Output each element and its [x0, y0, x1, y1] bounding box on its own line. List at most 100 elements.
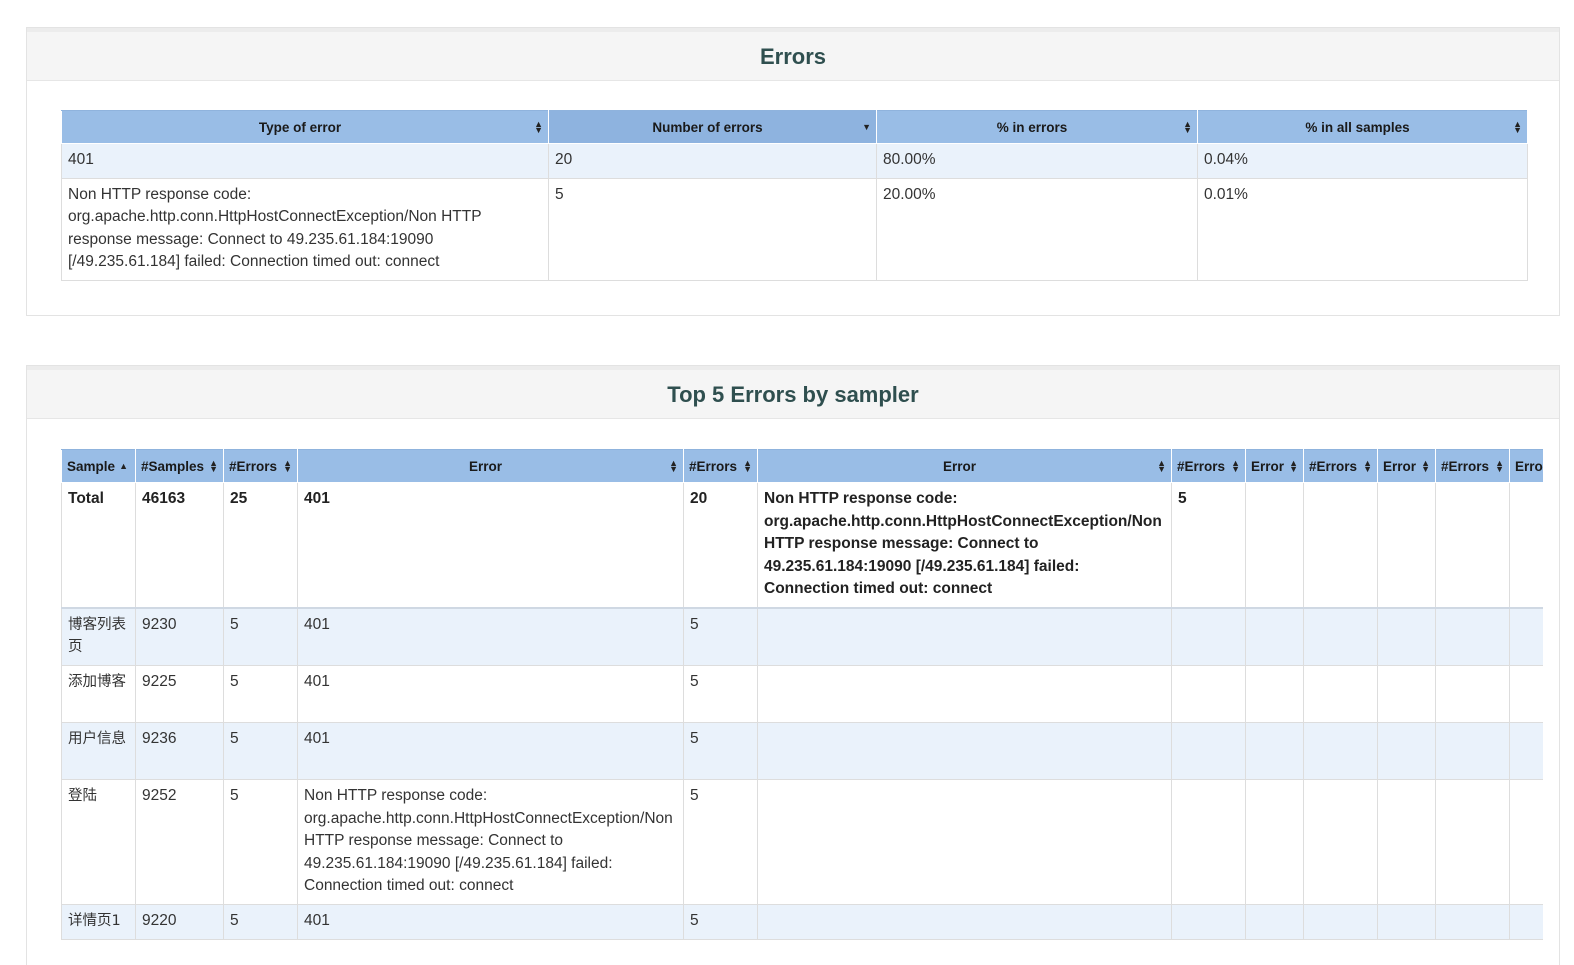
error-3-cell — [1245, 607, 1304, 666]
error-1-cell: 401 — [297, 665, 684, 723]
error-3-cell — [1245, 722, 1304, 780]
table-row: Non HTTP response code: org.apache.http.… — [61, 177, 1528, 281]
sort-icon: ▲ ▼ — [1183, 119, 1192, 135]
column-header-sample[interactable]: Sample ▲ — [61, 449, 136, 483]
column-header-error-5[interactable]: Error — [1509, 449, 1543, 483]
sort-icon: ▲ ▼ — [743, 458, 752, 474]
column-header-error-2[interactable]: Error ▲ ▼ — [757, 449, 1172, 483]
column-header-errors-1[interactable]: #Errors ▲ ▼ — [683, 449, 758, 483]
column-header-error-4[interactable]: Error ▲ ▼ — [1377, 449, 1436, 483]
errors-4-cell — [1435, 779, 1510, 905]
sample-cell: 详情页1 — [61, 904, 136, 940]
errors-1-cell: 5 — [683, 722, 758, 780]
sort-icon: ▲ ▼ — [1363, 458, 1372, 474]
pct-samples-cell: 0.01% — [1197, 177, 1528, 281]
column-header-pct-in-errors[interactable]: % in errors ▲ ▼ — [876, 110, 1198, 144]
column-header-pct-in-all-samples[interactable]: % in all samples ▲ ▼ — [1197, 110, 1528, 144]
samples-cell: 9220 — [135, 904, 224, 940]
column-label: Number of errors — [652, 119, 763, 135]
errors-4-cell — [1435, 904, 1510, 940]
sample-cell: 用户信息 — [61, 722, 136, 780]
errors-table: Type of error ▲ ▼ Number of errors ▼ % in e… — [61, 110, 1528, 281]
table-row: 401 20 80.00% 0.04% — [61, 143, 1528, 179]
error-3-cell — [1245, 779, 1304, 905]
errors-2-cell — [1171, 779, 1246, 905]
samples-cell: 9252 — [135, 779, 224, 905]
samples-cell: 46163 — [135, 482, 224, 609]
errors-2-cell — [1171, 665, 1246, 723]
table-header-row: Sample ▲ #Samples ▲ ▼ #Errors ▲ ▼ Error ▲ ▼ #Er… — [61, 449, 1543, 483]
sort-icon: ▲ ▼ — [209, 458, 218, 474]
errors-1-cell: 5 — [683, 904, 758, 940]
error-3-cell — [1245, 482, 1304, 609]
sort-icon: ▲ ▼ — [1513, 119, 1522, 135]
errors-4-cell — [1435, 722, 1510, 780]
column-header-error-1[interactable]: Error ▲ ▼ — [297, 449, 684, 483]
errors-cell: 5 — [223, 607, 298, 666]
errors-cell: 5 — [223, 722, 298, 780]
column-label: Sample — [67, 458, 116, 474]
error-1-cell: 401 — [297, 607, 684, 666]
error-1-cell: 401 — [297, 904, 684, 940]
table-row-total: Total 46163 25 401 20 Non HTTP response … — [61, 482, 1543, 609]
sample-cell: 博客列表页 — [61, 607, 136, 666]
errors-2-cell — [1171, 722, 1246, 780]
column-label: Error — [1515, 458, 1543, 474]
error-5-cell — [1509, 904, 1543, 940]
error-2-cell — [757, 722, 1172, 780]
table-row: 详情页1 9220 5 401 5 — [61, 904, 1543, 940]
column-header-errors[interactable]: #Errors ▲ ▼ — [223, 449, 298, 483]
error-count-cell: 5 — [548, 177, 877, 281]
top5-table-scroll-area[interactable]: Sample ▲ #Samples ▲ ▼ #Errors ▲ ▼ Error ▲ ▼ #Er… — [61, 449, 1543, 949]
error-1-cell: 401 — [297, 482, 684, 609]
sort-desc-icon: ▼ — [862, 122, 871, 132]
errors-4-cell — [1435, 607, 1510, 666]
errors-2-cell — [1171, 607, 1246, 666]
sort-icon: ▲ ▼ — [1289, 458, 1298, 474]
column-header-type-of-error[interactable]: Type of error ▲ ▼ — [61, 110, 549, 144]
sort-icon: ▲ ▼ — [1421, 458, 1430, 474]
error-2-cell — [757, 904, 1172, 940]
table-row: 登陆 9252 5 Non HTTP response code: org.ap… — [61, 779, 1543, 905]
errors-1-cell: 5 — [683, 607, 758, 666]
column-label: Type of error — [258, 119, 342, 135]
errors-cell: 5 — [223, 779, 298, 905]
sample-cell: 登陆 — [61, 779, 136, 905]
error-5-cell — [1509, 779, 1543, 905]
error-4-cell — [1377, 607, 1436, 666]
error-5-cell — [1509, 607, 1543, 666]
error-3-cell — [1245, 904, 1304, 940]
errors-cell: 5 — [223, 665, 298, 723]
sample-cell: Total — [61, 482, 136, 609]
errors-4-cell — [1435, 665, 1510, 723]
pct-errors-cell: 20.00% — [876, 177, 1198, 281]
errors-4-cell — [1435, 482, 1510, 609]
sort-icon: ▲ ▼ — [534, 119, 543, 135]
table-header-row: Type of error ▲ ▼ Number of errors ▼ % in e… — [61, 110, 1528, 144]
column-header-error-3[interactable]: Error ▲ ▼ — [1245, 449, 1304, 483]
table-row: 博客列表页 9230 5 401 5 — [61, 607, 1543, 666]
column-label: #Errors — [1177, 458, 1226, 474]
column-label: % in errors — [996, 119, 1068, 135]
column-header-samples[interactable]: #Samples ▲ ▼ — [135, 449, 224, 483]
sort-icon: ▲ ▼ — [1157, 458, 1166, 474]
top5-errors-table: Sample ▲ #Samples ▲ ▼ #Errors ▲ ▼ Error ▲ ▼ #Er… — [61, 449, 1543, 940]
column-header-errors-2[interactable]: #Errors ▲ ▼ — [1171, 449, 1246, 483]
errors-cell: 5 — [223, 904, 298, 940]
column-header-number-of-errors[interactable]: Number of errors ▼ — [548, 110, 877, 144]
column-label: Error — [942, 458, 976, 474]
errors-2-cell: 5 — [1171, 482, 1246, 609]
panel-title: Errors — [27, 28, 1559, 81]
errors-1-cell: 20 — [683, 482, 758, 609]
column-label: Error — [1383, 458, 1417, 474]
panel-title: Top 5 Errors by sampler — [27, 366, 1559, 419]
errors-3-cell — [1303, 665, 1378, 723]
column-header-errors-3[interactable]: #Errors ▲ ▼ — [1303, 449, 1378, 483]
column-label: #Errors — [229, 458, 278, 474]
table-row: 添加博客 9225 5 401 5 — [61, 665, 1543, 723]
column-header-errors-4[interactable]: #Errors ▲ ▼ — [1435, 449, 1510, 483]
pct-errors-cell: 80.00% — [876, 143, 1198, 179]
sort-icon: ▲ ▼ — [669, 458, 678, 474]
samples-cell: 9236 — [135, 722, 224, 780]
column-label: % in all samples — [1305, 119, 1410, 135]
